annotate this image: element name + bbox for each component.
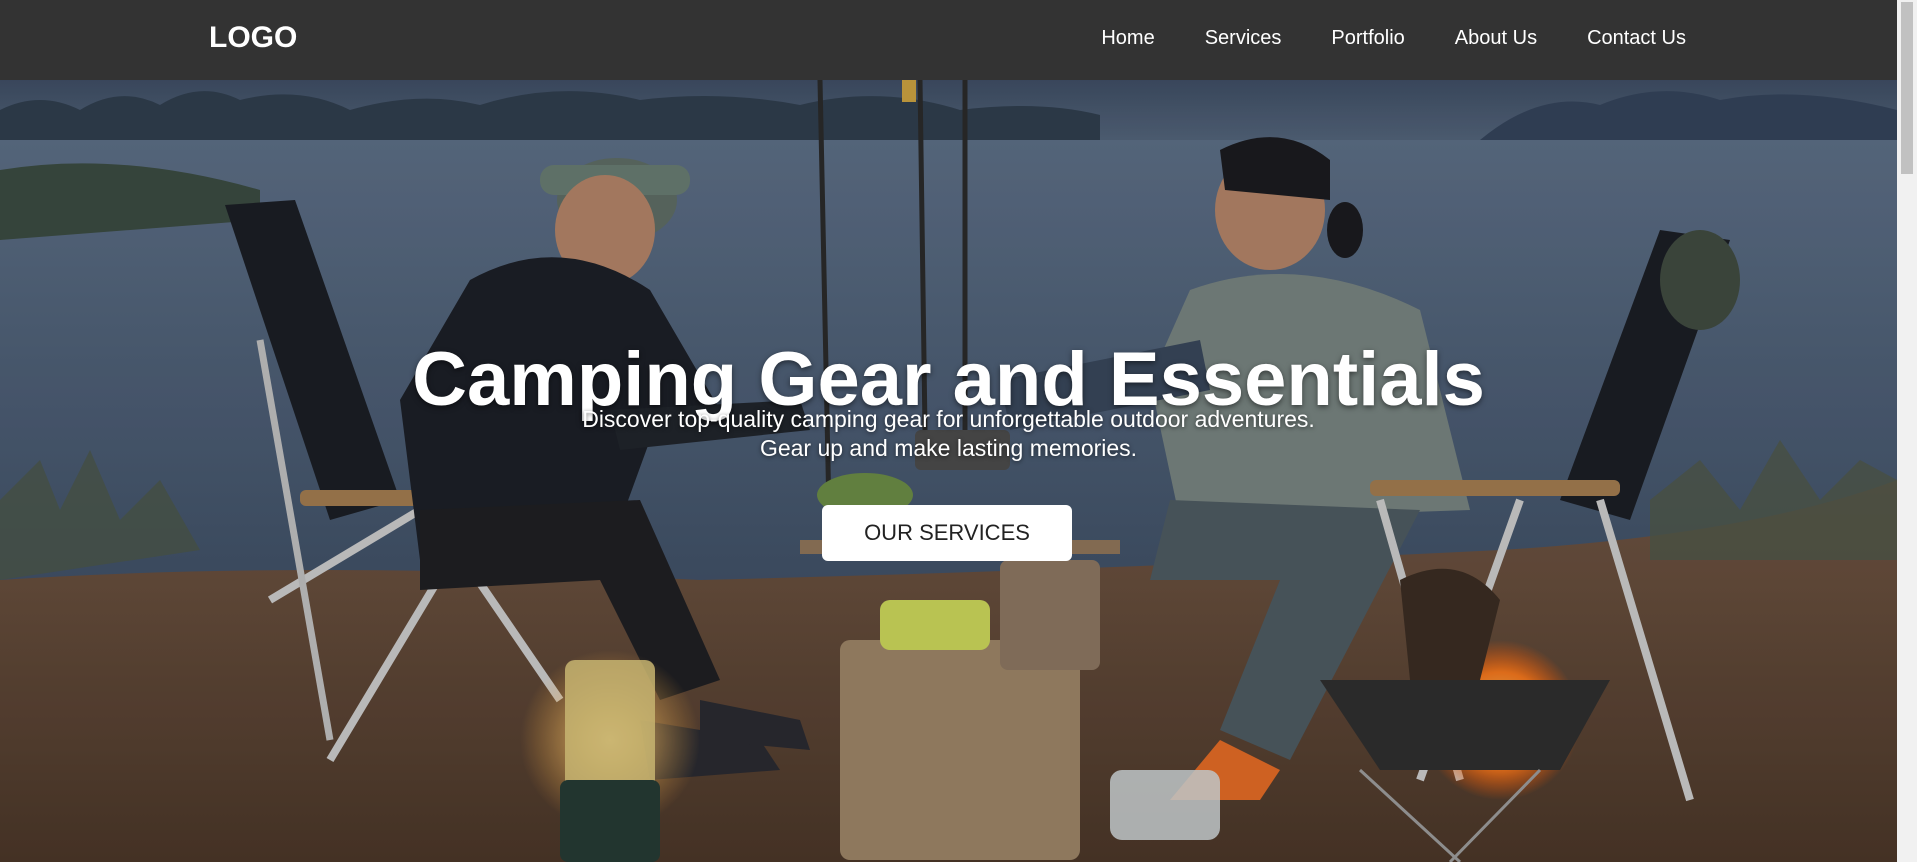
hero-subtitle-line-1: Discover top-quality camping gear for un… bbox=[582, 406, 1315, 432]
hero-section: Camping Gear and Essentials Discover top… bbox=[0, 80, 1897, 862]
nav-item-about-us[interactable]: About Us bbox=[1455, 24, 1537, 52]
logo[interactable]: LOGO bbox=[209, 20, 297, 56]
nav-item-services[interactable]: Services bbox=[1205, 24, 1282, 52]
nav-item-home[interactable]: Home bbox=[1101, 24, 1154, 52]
hero-subtitle-line-2: Gear up and make lasting memories. bbox=[759, 435, 1138, 461]
page: LOGO Home Services Portfolio About Us Co… bbox=[0, 0, 1917, 862]
vertical-scrollbar[interactable] bbox=[1897, 0, 1917, 862]
nav-item-contact-us[interactable]: Contact Us bbox=[1587, 24, 1686, 52]
our-services-button[interactable]: OUR SERVICES bbox=[822, 505, 1072, 561]
site-header: LOGO Home Services Portfolio About Us Co… bbox=[0, 0, 1897, 80]
hero-subtitle: Discover top-quality camping gear for un… bbox=[0, 405, 1897, 463]
scrollbar-thumb[interactable] bbox=[1901, 2, 1913, 174]
hero-background-image bbox=[0, 80, 1897, 862]
nav-item-portfolio[interactable]: Portfolio bbox=[1331, 24, 1404, 52]
main-nav: Home Services Portfolio About Us Contact… bbox=[1101, 24, 1686, 52]
